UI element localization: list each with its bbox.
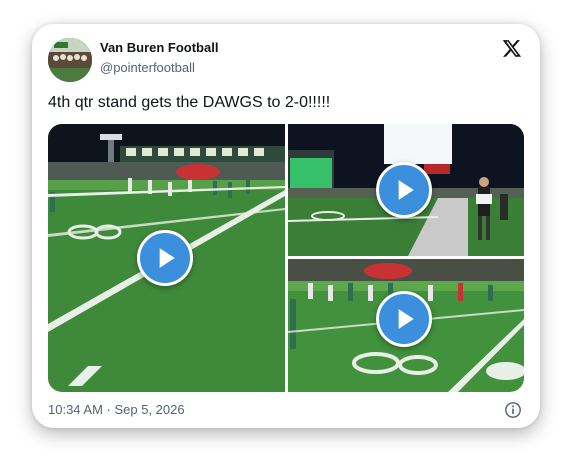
x-logo-icon[interactable]: [502, 38, 522, 58]
team-photo-avatar-icon: [48, 38, 92, 82]
play-icon: [398, 309, 414, 329]
media-grid: [48, 124, 524, 392]
play-icon: [159, 248, 175, 268]
tweet-card[interactable]: Van Buren Football @pointerfootball 4th …: [32, 24, 540, 428]
play-button[interactable]: [376, 162, 432, 218]
video-tile-2[interactable]: [288, 124, 524, 256]
play-icon: [398, 180, 414, 200]
play-button[interactable]: [137, 230, 193, 286]
video-tile-3[interactable]: [288, 259, 524, 392]
author-handle[interactable]: @pointerfootball: [100, 60, 195, 75]
tweet-timestamp[interactable]: 10:34 AM · Sep 5, 2026: [48, 402, 185, 417]
video-tile-1[interactable]: [48, 124, 285, 392]
avatar[interactable]: [48, 38, 92, 82]
author-display-name[interactable]: Van Buren Football: [100, 40, 218, 55]
play-button[interactable]: [376, 291, 432, 347]
tweet-text: 4th qtr stand gets the DAWGS to 2-0!!!!!: [48, 94, 331, 111]
info-icon[interactable]: [504, 401, 522, 419]
